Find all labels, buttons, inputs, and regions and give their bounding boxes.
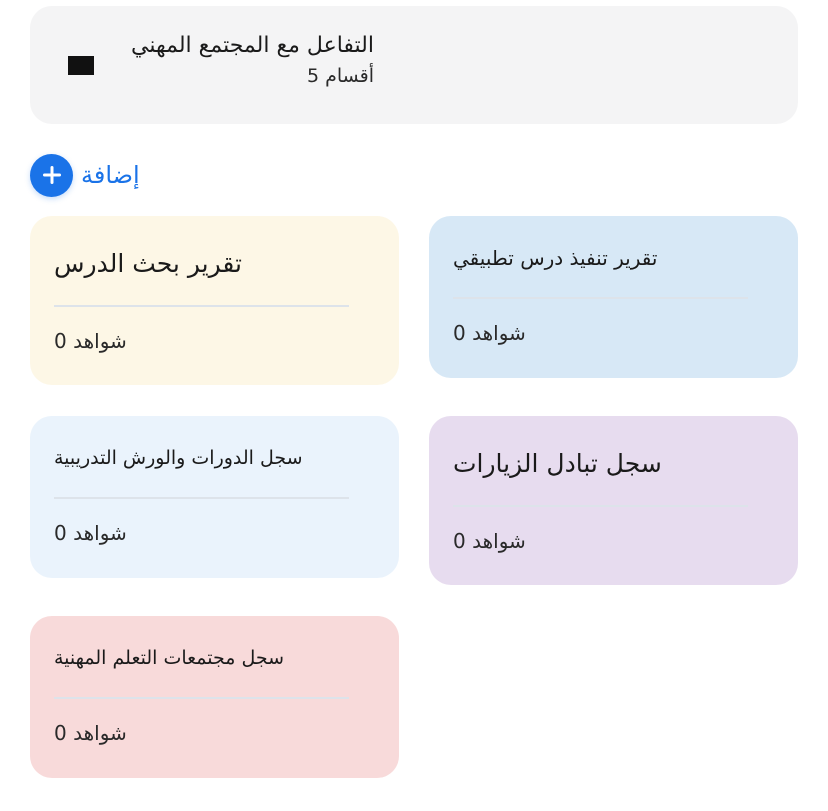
card-courses-workshops-log[interactable]: سجل الدورات والورش التدريبية شواهد 0 (30, 416, 399, 578)
plus-icon[interactable] (30, 153, 73, 197)
card-evidence-count: شواهد 0 (54, 329, 127, 353)
card-divider (54, 497, 349, 499)
card-practical-lesson-report[interactable]: تقرير تنفيذ درس تطبيقي شواهد 0 (429, 216, 798, 378)
section-header-text: التفاعل مع المجتمع المهني أقسام 5 (131, 30, 374, 90)
section-count: أقسام 5 (307, 65, 374, 87)
card-divider (453, 297, 748, 299)
card-lesson-study-report[interactable]: تقرير بحث الدرس شواهد 0 (30, 216, 399, 385)
card-evidence-count: شواهد 0 (54, 721, 127, 745)
add-button[interactable]: إضافة (30, 153, 140, 197)
card-evidence-count: شواهد 0 (453, 529, 526, 553)
add-button-label[interactable]: إضافة (81, 161, 140, 189)
card-evidence-count: شواهد 0 (453, 321, 526, 345)
card-divider (453, 505, 748, 507)
page: التفاعل مع المجتمع المهني أقسام 5 إضافة … (0, 0, 828, 811)
card-title: تقرير تنفيذ درس تطبيقي (453, 246, 658, 270)
card-title: سجل تبادل الزيارات (453, 449, 662, 478)
card-learning-communities-log[interactable]: سجل مجتمعات التعلم المهنية شواهد 0 (30, 616, 399, 778)
card-evidence-count: شواهد 0 (54, 521, 127, 545)
card-divider (54, 305, 349, 307)
card-title: سجل مجتمعات التعلم المهنية (54, 647, 285, 669)
card-title: سجل الدورات والورش التدريبية (54, 447, 303, 469)
section-icon (68, 56, 94, 75)
card-divider (54, 697, 349, 699)
section-title: التفاعل مع المجتمع المهني (131, 33, 374, 58)
section-header-card[interactable]: التفاعل مع المجتمع المهني أقسام 5 (30, 6, 798, 124)
card-title: تقرير بحث الدرس (54, 249, 242, 278)
card-visits-exchange-log[interactable]: سجل تبادل الزيارات شواهد 0 (429, 416, 798, 585)
